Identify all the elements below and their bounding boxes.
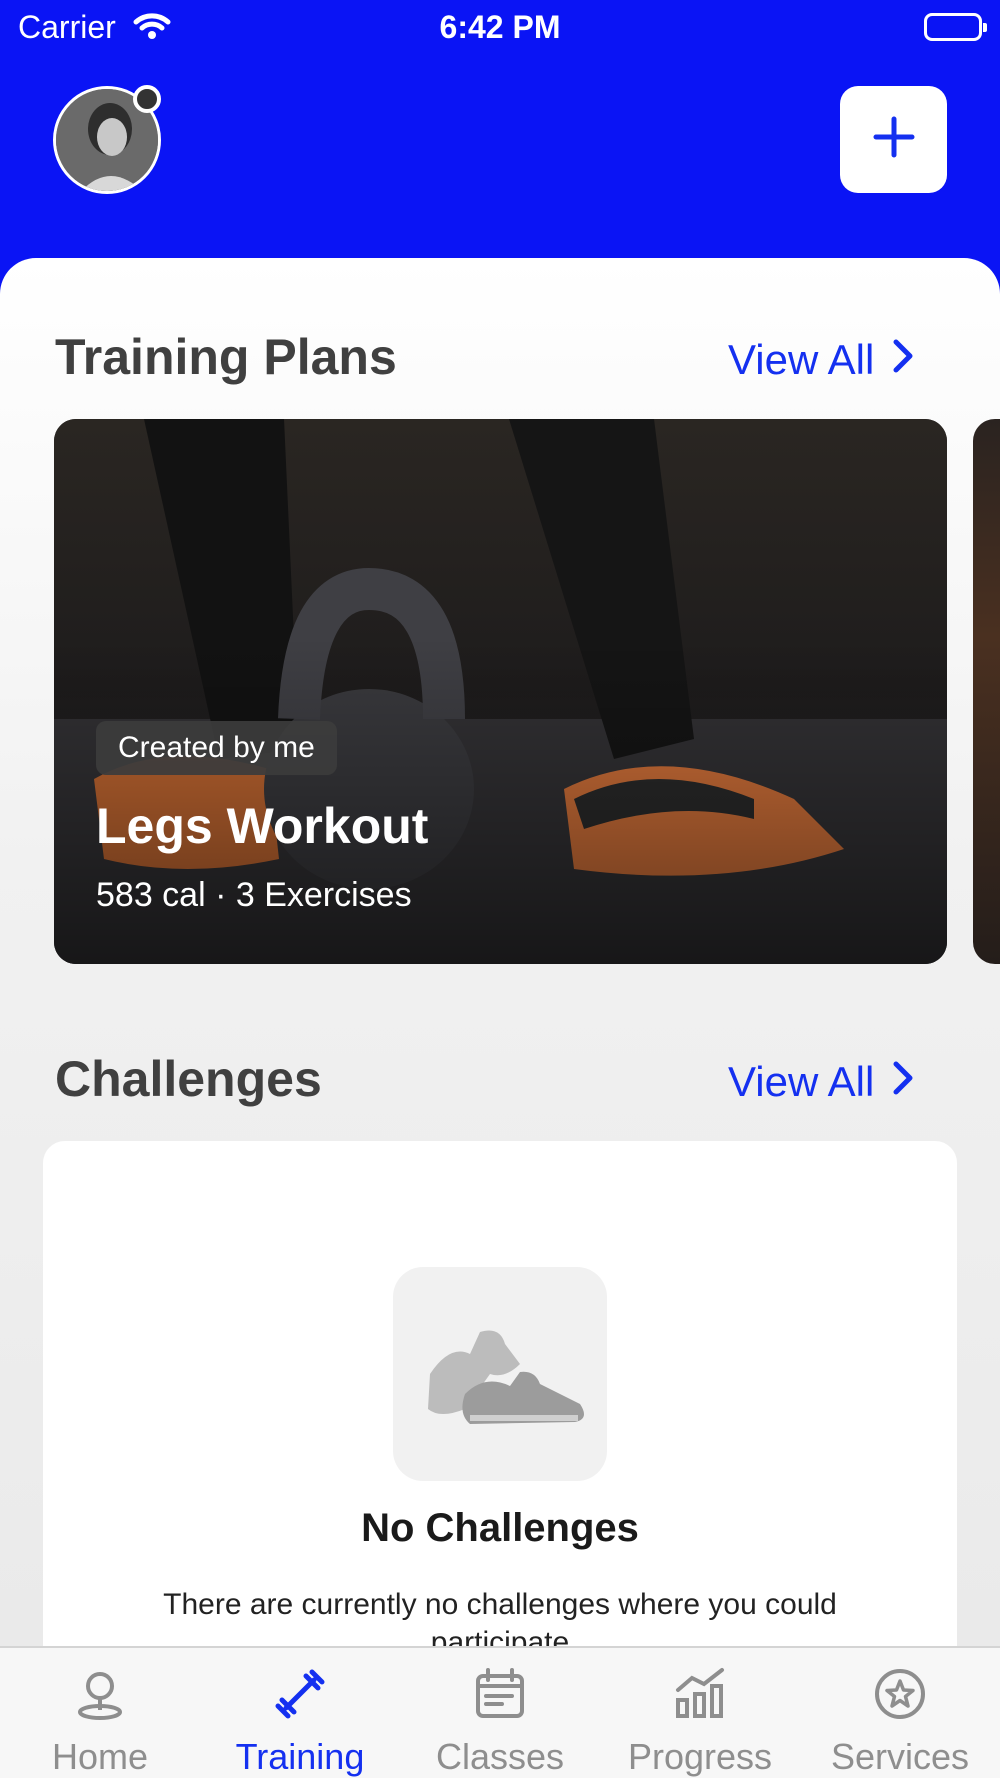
- tab-label: Training: [235, 1736, 365, 1777]
- tab-label: Classes: [435, 1736, 565, 1777]
- created-by-badge: Created by me: [96, 721, 337, 775]
- calendar-icon: [470, 1664, 530, 1724]
- sneakers-icon: [393, 1267, 607, 1481]
- challenges-empty-card: No Challenges There are currently no cha…: [43, 1141, 957, 1648]
- challenges-view-all[interactable]: View All: [728, 1058, 914, 1106]
- tab-label: Home: [51, 1736, 149, 1777]
- training-plans-title: Training Plans: [55, 329, 397, 385]
- dumbbell-icon: [270, 1664, 330, 1724]
- view-all-label: View All: [728, 336, 875, 383]
- star-icon: [870, 1664, 930, 1724]
- app-header: [0, 56, 1000, 260]
- battery-icon: [924, 13, 987, 41]
- home-location-icon: [70, 1664, 130, 1724]
- tab-services[interactable]: Services: [800, 1648, 1000, 1778]
- chart-icon: [670, 1664, 730, 1724]
- tab-label: Progress: [627, 1736, 773, 1777]
- view-all-label: View All: [728, 1058, 875, 1105]
- status-bar: Carrier 6:42 PM: [0, 0, 1000, 56]
- chevron-right-icon: [892, 1058, 914, 1106]
- status-time: 6:42 PM: [439, 9, 561, 45]
- plan-title: Legs Workout: [96, 798, 429, 854]
- empty-state-title: No Challenges: [361, 1506, 639, 1550]
- next-plan-card[interactable]: [973, 419, 1000, 964]
- chevron-right-icon: [892, 336, 914, 384]
- tab-progress[interactable]: Progress: [600, 1648, 800, 1778]
- tab-bar: Home Training Classes Progress Services: [0, 1646, 1000, 1778]
- tab-training[interactable]: Training: [200, 1648, 400, 1778]
- plan-meta: 583 cal · 3 Exercises: [96, 876, 412, 914]
- add-button[interactable]: [840, 86, 947, 193]
- training-plan-card[interactable]: Created by me Legs Workout 583 cal · 3 E…: [54, 419, 947, 964]
- tab-label: Services: [830, 1736, 970, 1777]
- empty-state-text: There are currently no challenges where …: [163, 1588, 837, 1648]
- tab-classes[interactable]: Classes: [400, 1648, 600, 1778]
- content-sheet: Training Plans View All Created by me Le…: [0, 258, 1000, 1648]
- challenges-title: Challenges: [55, 1051, 322, 1107]
- training-plans-view-all[interactable]: View All: [728, 336, 914, 384]
- plus-icon: [872, 115, 916, 164]
- tab-home[interactable]: Home: [0, 1648, 200, 1778]
- notification-dot: [133, 85, 161, 113]
